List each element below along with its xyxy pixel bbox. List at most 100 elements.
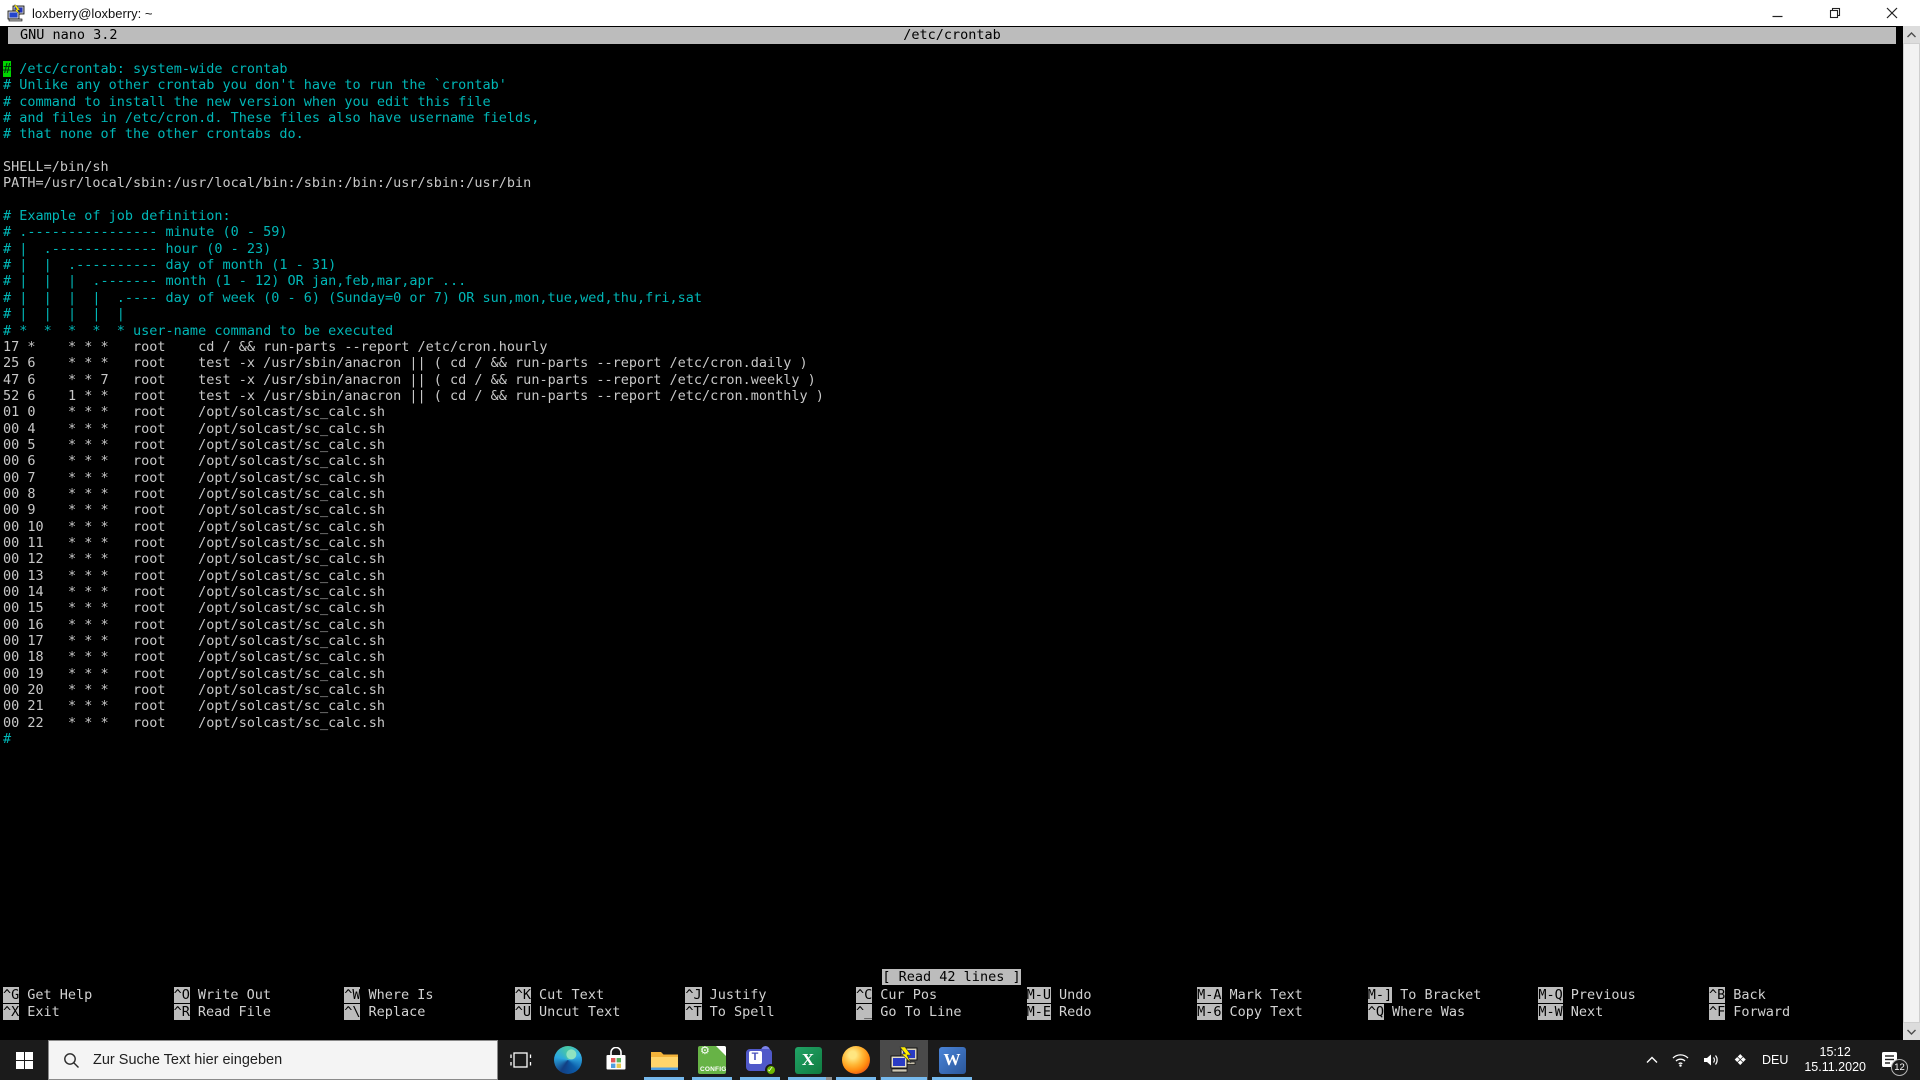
buffer-line: 00 5 * * * root /opt/solcast/sc_calc.sh [3,436,386,453]
buffer-line [3,143,824,159]
windows-logo-icon [15,1051,33,1069]
shortcut-key: M-] [1367,987,1393,1003]
taskbar-clock[interactable]: 15:12 15.11.2020 [1796,1045,1874,1075]
scrollbar-thumb[interactable] [1903,43,1920,1023]
shortcut-label: Undo [1058,987,1092,1003]
nano-filename: /etc/crontab [903,27,1001,43]
shortcut-key: M-W [1538,1004,1563,1020]
shortcut-key: M-A [1197,987,1222,1003]
nano-shortcut: ^_ Go To Line [855,1004,1027,1020]
buffer-line: 00 11 * * * root /opt/solcast/sc_calc.sh [3,534,386,551]
windows-taskbar: ⚙CONFIG T✓ X W ❖ [0,1040,1920,1080]
shortcut-label: Exit [27,1004,60,1020]
search-input[interactable] [93,1052,453,1068]
taskbar-app-store[interactable] [592,1040,640,1080]
shortcut-label: Cur Pos [880,987,938,1003]
action-center-button[interactable]: 12 [1874,1040,1910,1080]
nano-shortcut: ^U Uncut Text [514,1004,686,1020]
taskbar-app-edge[interactable] [544,1040,592,1080]
desktop-screen: loxberry@loxberry: ~ GNU nano 3.2 /etc/c… [0,0,1920,1080]
window-title: loxberry@loxberry: ~ [32,5,153,21]
shortcut-key: ^C [855,987,873,1003]
nano-shortcuts-row1: ^G Get Help ^O Write Out ^W Where Is ^K Cut Tex… [3,987,1880,1003]
close-button[interactable] [1863,0,1920,26]
nano-shortcut: ^B Back [1708,987,1880,1003]
teams-status-check-icon: ✓ [764,1063,777,1076]
buffer-line: 52 6 1 * * root test -x /usr/sbin/anacro… [3,387,824,404]
shortcut-key: M-E [1026,1004,1051,1020]
buffer-line: 47 6 * * 7 root test -x /usr/sbin/anacro… [3,371,816,388]
terminal-scrollbar[interactable] [1903,26,1920,1040]
buffer-line: 01 0 * * * root /opt/solcast/sc_calc.sh [3,404,386,421]
shortcut-label: Back [1733,987,1766,1003]
clock-time: 15:12 [1819,1045,1851,1059]
taskbar-app-word[interactable]: W [928,1040,976,1080]
task-view-button[interactable] [498,1040,544,1080]
tray-overflow-button[interactable] [1639,1040,1665,1080]
buffer-line: # | .------------- hour (0 - 23) [3,240,272,257]
microsoft-excel-icon: X [794,1046,822,1074]
buffer-line [3,192,824,208]
nano-shortcut: ^X Exit [3,1004,174,1020]
window-titlebar[interactable]: loxberry@loxberry: ~ [0,0,1920,26]
nano-shortcut: ^K Cut Text [514,987,686,1003]
buffer-line: # | | .---------- day of month (1 - 31) [3,257,337,274]
terminal-screen[interactable]: GNU nano 3.2 /etc/crontab # /etc/crontab… [0,26,1920,1040]
nano-shortcut: ^\ Replace [344,1004,515,1020]
notification-badge: 12 [1891,1059,1908,1076]
nano-shortcut: M-Q Previous [1538,987,1709,1003]
nano-shortcut: M-U Undo [1026,987,1198,1003]
minimize-button[interactable] [1749,0,1806,26]
shortcut-key: ^_ [855,1004,873,1020]
buffer-line: 00 13 * * * root /opt/solcast/sc_calc.sh [3,567,386,584]
network-button[interactable] [1665,1040,1696,1080]
taskbar-app-firefox[interactable] [832,1040,880,1080]
shortcut-key: ^W [344,987,361,1003]
nano-shortcut: M-] To Bracket [1367,987,1539,1003]
volume-button[interactable] [1696,1040,1727,1080]
buffer-line: 00 9 * * * root /opt/solcast/sc_calc.sh [3,502,386,519]
buffer-line: # Unlike any other crontab you don't hav… [3,77,507,94]
shortcut-key: ^T [685,1004,702,1020]
buffer-line: # * * * * * user-name command to be exec… [3,322,394,339]
chevron-up-icon [1646,1056,1657,1063]
nano-shortcut: M-6 Copy Text [1197,1004,1368,1020]
shortcut-label: Copy Text [1229,1004,1303,1020]
microsoft-store-icon [606,1047,626,1070]
shortcut-key: ^R [173,1004,190,1020]
shortcut-key: ^F [1708,1004,1726,1020]
taskbar-app-putty[interactable] [880,1040,928,1080]
taskbar-app-excel[interactable]: X [784,1040,832,1080]
dropbox-button[interactable]: ❖ [1727,1040,1754,1080]
taskbar-app-teams[interactable]: T ✓ [736,1040,784,1080]
buffer-line: # that none of the other crontabs do. [3,126,304,143]
shortcut-label: Get Help [27,987,93,1003]
buffer-line: 00 21 * * * root /opt/solcast/sc_calc.sh [3,698,386,715]
shortcut-key: ^Q [1367,1004,1385,1020]
buffer-line: 00 12 * * * root /opt/solcast/sc_calc.sh [3,551,386,568]
nano-shortcut: M-W Next [1538,1004,1709,1020]
microsoft-edge-icon [554,1046,582,1074]
speaker-icon [1703,1054,1718,1066]
nano-cursor: # [3,61,12,77]
taskbar-search[interactable] [48,1040,498,1080]
taskbar-app-explorer[interactable] [640,1040,688,1080]
shortcut-label: Replace [368,1004,426,1020]
shortcut-key: ^O [173,987,190,1003]
scroll-up-arrow-icon[interactable] [1903,26,1920,43]
buffer-line: 00 8 * * * root /opt/solcast/sc_calc.sh [3,485,386,502]
restore-button[interactable] [1806,0,1863,26]
scroll-down-arrow-icon[interactable] [1903,1023,1920,1040]
taskbar-app-config[interactable]: ⚙ CONFIG [688,1040,736,1080]
shortcut-key: ^X [3,1004,20,1020]
start-button[interactable] [0,1040,48,1080]
nano-shortcut: ^F Forward [1708,1004,1880,1020]
buffer-line: # | | | | | [3,306,125,323]
shortcut-key: ^J [685,987,702,1003]
buffer-line: # | | | | .---- day of week (0 - 6) (Sun… [3,289,702,306]
buffer-line: 00 19 * * * root /opt/solcast/sc_calc.sh [3,665,386,682]
shortcut-label: Write Out [197,987,272,1003]
shortcut-key: ^B [1708,987,1726,1003]
loxberry-config-icon: ⚙ CONFIG [698,1046,726,1074]
language-indicator[interactable]: DEU [1754,1053,1796,1067]
